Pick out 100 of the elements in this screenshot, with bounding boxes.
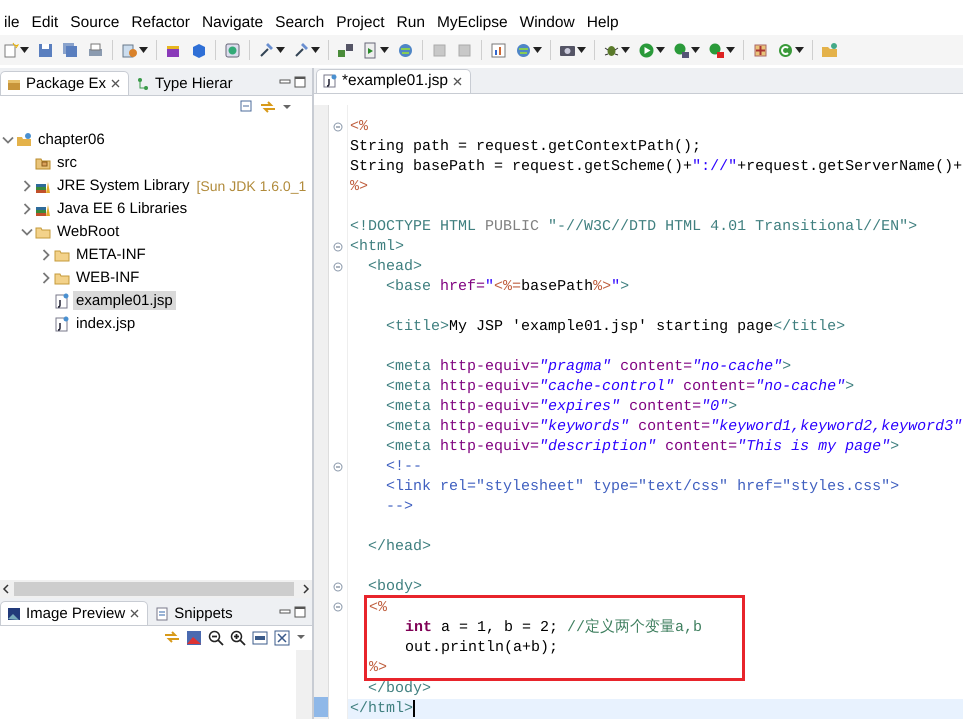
code-token: int — [404, 619, 432, 636]
code-token: <link rel="stylesheet" type="text/css" href="styles.css"> — [385, 478, 900, 495]
menu-item[interactable]: Source — [66, 14, 128, 32]
editor-tab[interactable]: *example01.jsp — [316, 68, 471, 93]
tree-item[interactable]: example01.jsp — [73, 291, 176, 310]
code-token: > — [890, 438, 900, 455]
code-token: <meta — [385, 418, 432, 435]
code-token: <meta — [385, 358, 432, 375]
close-icon[interactable] — [111, 79, 120, 88]
code-token: http-equiv= — [440, 418, 540, 435]
fold-icon[interactable] — [333, 602, 343, 612]
menu-item[interactable]: MyEclipse — [432, 14, 516, 32]
fold-icon[interactable] — [333, 262, 343, 272]
code-token: content= — [682, 378, 756, 395]
disabled-tool-icon — [456, 42, 473, 58]
close-icon[interactable] — [130, 609, 140, 618]
code-token: <%= — [494, 278, 522, 295]
globe-icon — [515, 42, 532, 58]
panel-tab[interactable]: Type Hierar — [129, 71, 242, 95]
code-token: <meta — [385, 378, 432, 395]
fold-icon[interactable] — [333, 242, 343, 252]
menu-item[interactable]: Search — [271, 14, 332, 32]
zoom-in-icon[interactable] — [230, 630, 246, 646]
code-token: "0" — [701, 398, 728, 415]
tree-item[interactable]: WebRoot — [54, 222, 122, 241]
code-token: <% — [350, 118, 368, 135]
code-token: //定义两个变量a,b — [567, 619, 702, 636]
menu-item[interactable]: Navigate — [198, 14, 272, 32]
menu-item[interactable]: Project — [332, 14, 393, 32]
snippets-icon — [155, 606, 170, 620]
code-token: %> — [350, 178, 368, 195]
close-icon[interactable] — [452, 76, 462, 86]
hierarchy-icon — [136, 76, 150, 90]
zoom-out-icon[interactable] — [208, 630, 224, 646]
code-token: String basePath = request.getScheme()+ — [350, 158, 692, 175]
tree-item[interactable]: src — [54, 153, 80, 172]
menu-item[interactable]: Run — [392, 14, 433, 32]
tree-item[interactable]: WEB-INF — [73, 268, 142, 287]
fit-icon[interactable] — [274, 630, 290, 646]
maximize-icon[interactable] — [294, 606, 306, 618]
code-token: content= — [619, 358, 692, 375]
vertical-scrollbar[interactable] — [296, 650, 312, 719]
tree-item[interactable]: index.jsp — [73, 314, 138, 333]
code-token: "keywords" — [539, 418, 630, 435]
run-config-icon — [673, 42, 690, 58]
menu-item[interactable]: Refactor — [127, 14, 198, 32]
tree-item[interactable]: JRE System Library — [54, 176, 193, 195]
code-token: http-equiv= — [440, 438, 540, 455]
save-all-icon — [62, 42, 79, 58]
code-token: PUBLIC — [485, 218, 540, 235]
fold-icon[interactable] — [333, 462, 343, 472]
tree-item[interactable]: Java EE 6 Libraries — [54, 199, 190, 218]
fold-icon[interactable] — [333, 122, 343, 132]
code-token: <head> — [367, 258, 422, 275]
code-token: content= — [628, 398, 702, 415]
code-token: > — [845, 378, 854, 395]
code-token: content= — [637, 418, 710, 435]
code-token: <base — [385, 278, 432, 295]
code-token: String path = request.getContextPath(); — [350, 138, 702, 155]
wizard-icon — [121, 42, 138, 58]
code-token: My JSP 'example01.jsp' starting page — [449, 318, 774, 335]
chart-icon — [490, 42, 507, 58]
code-token: "no-cache" — [692, 358, 782, 375]
scrollbar-thumb[interactable] — [14, 582, 294, 596]
code-token: %> — [593, 278, 612, 295]
tree-item[interactable]: META-INF — [73, 245, 149, 264]
menu-item[interactable]: Window — [516, 14, 583, 32]
code-token: +request.getServerName()+ — [737, 158, 962, 175]
code-token: "This is my page" — [737, 438, 890, 455]
maximize-icon[interactable] — [294, 76, 306, 88]
deploy-icon — [337, 42, 354, 58]
code-token: </title> — [773, 318, 846, 335]
deploy-button[interactable] — [335, 42, 356, 58]
image-icon — [7, 606, 21, 620]
code-token: "description" — [539, 438, 656, 455]
cube-icon — [190, 42, 207, 58]
panel-tab[interactable]: Package Ex — [0, 71, 130, 95]
code-token: <meta — [385, 398, 432, 415]
fold-icon[interactable] — [333, 582, 343, 592]
menu-item[interactable]: Edit — [28, 14, 66, 32]
code-token: out.println(a+b); — [404, 639, 558, 656]
panel-tab[interactable]: Image Preview — [0, 601, 148, 625]
code-token: "://" — [692, 158, 738, 175]
actual-size-icon[interactable] — [252, 630, 268, 646]
menu-item[interactable]: Help — [582, 14, 627, 32]
panel-tab[interactable]: Snippets — [148, 601, 242, 625]
code-token: basePath — [521, 278, 594, 295]
code-token: <html> — [350, 238, 404, 255]
menu-item[interactable]: ile — [0, 14, 28, 32]
image-icon[interactable] — [186, 630, 202, 646]
plus-icon — [752, 42, 769, 58]
jsp-file-icon — [54, 292, 70, 308]
tree-item[interactable]: chapter06 — [35, 130, 108, 149]
code-token: " — [611, 278, 620, 295]
code-token: "expires" — [539, 398, 620, 415]
code-token: > — [728, 398, 738, 415]
open-folder-button[interactable] — [819, 42, 840, 58]
code-token: </body> — [367, 680, 432, 697]
code-token: "no-cache" — [755, 378, 846, 395]
collapse-all-icon[interactable] — [240, 100, 254, 114]
